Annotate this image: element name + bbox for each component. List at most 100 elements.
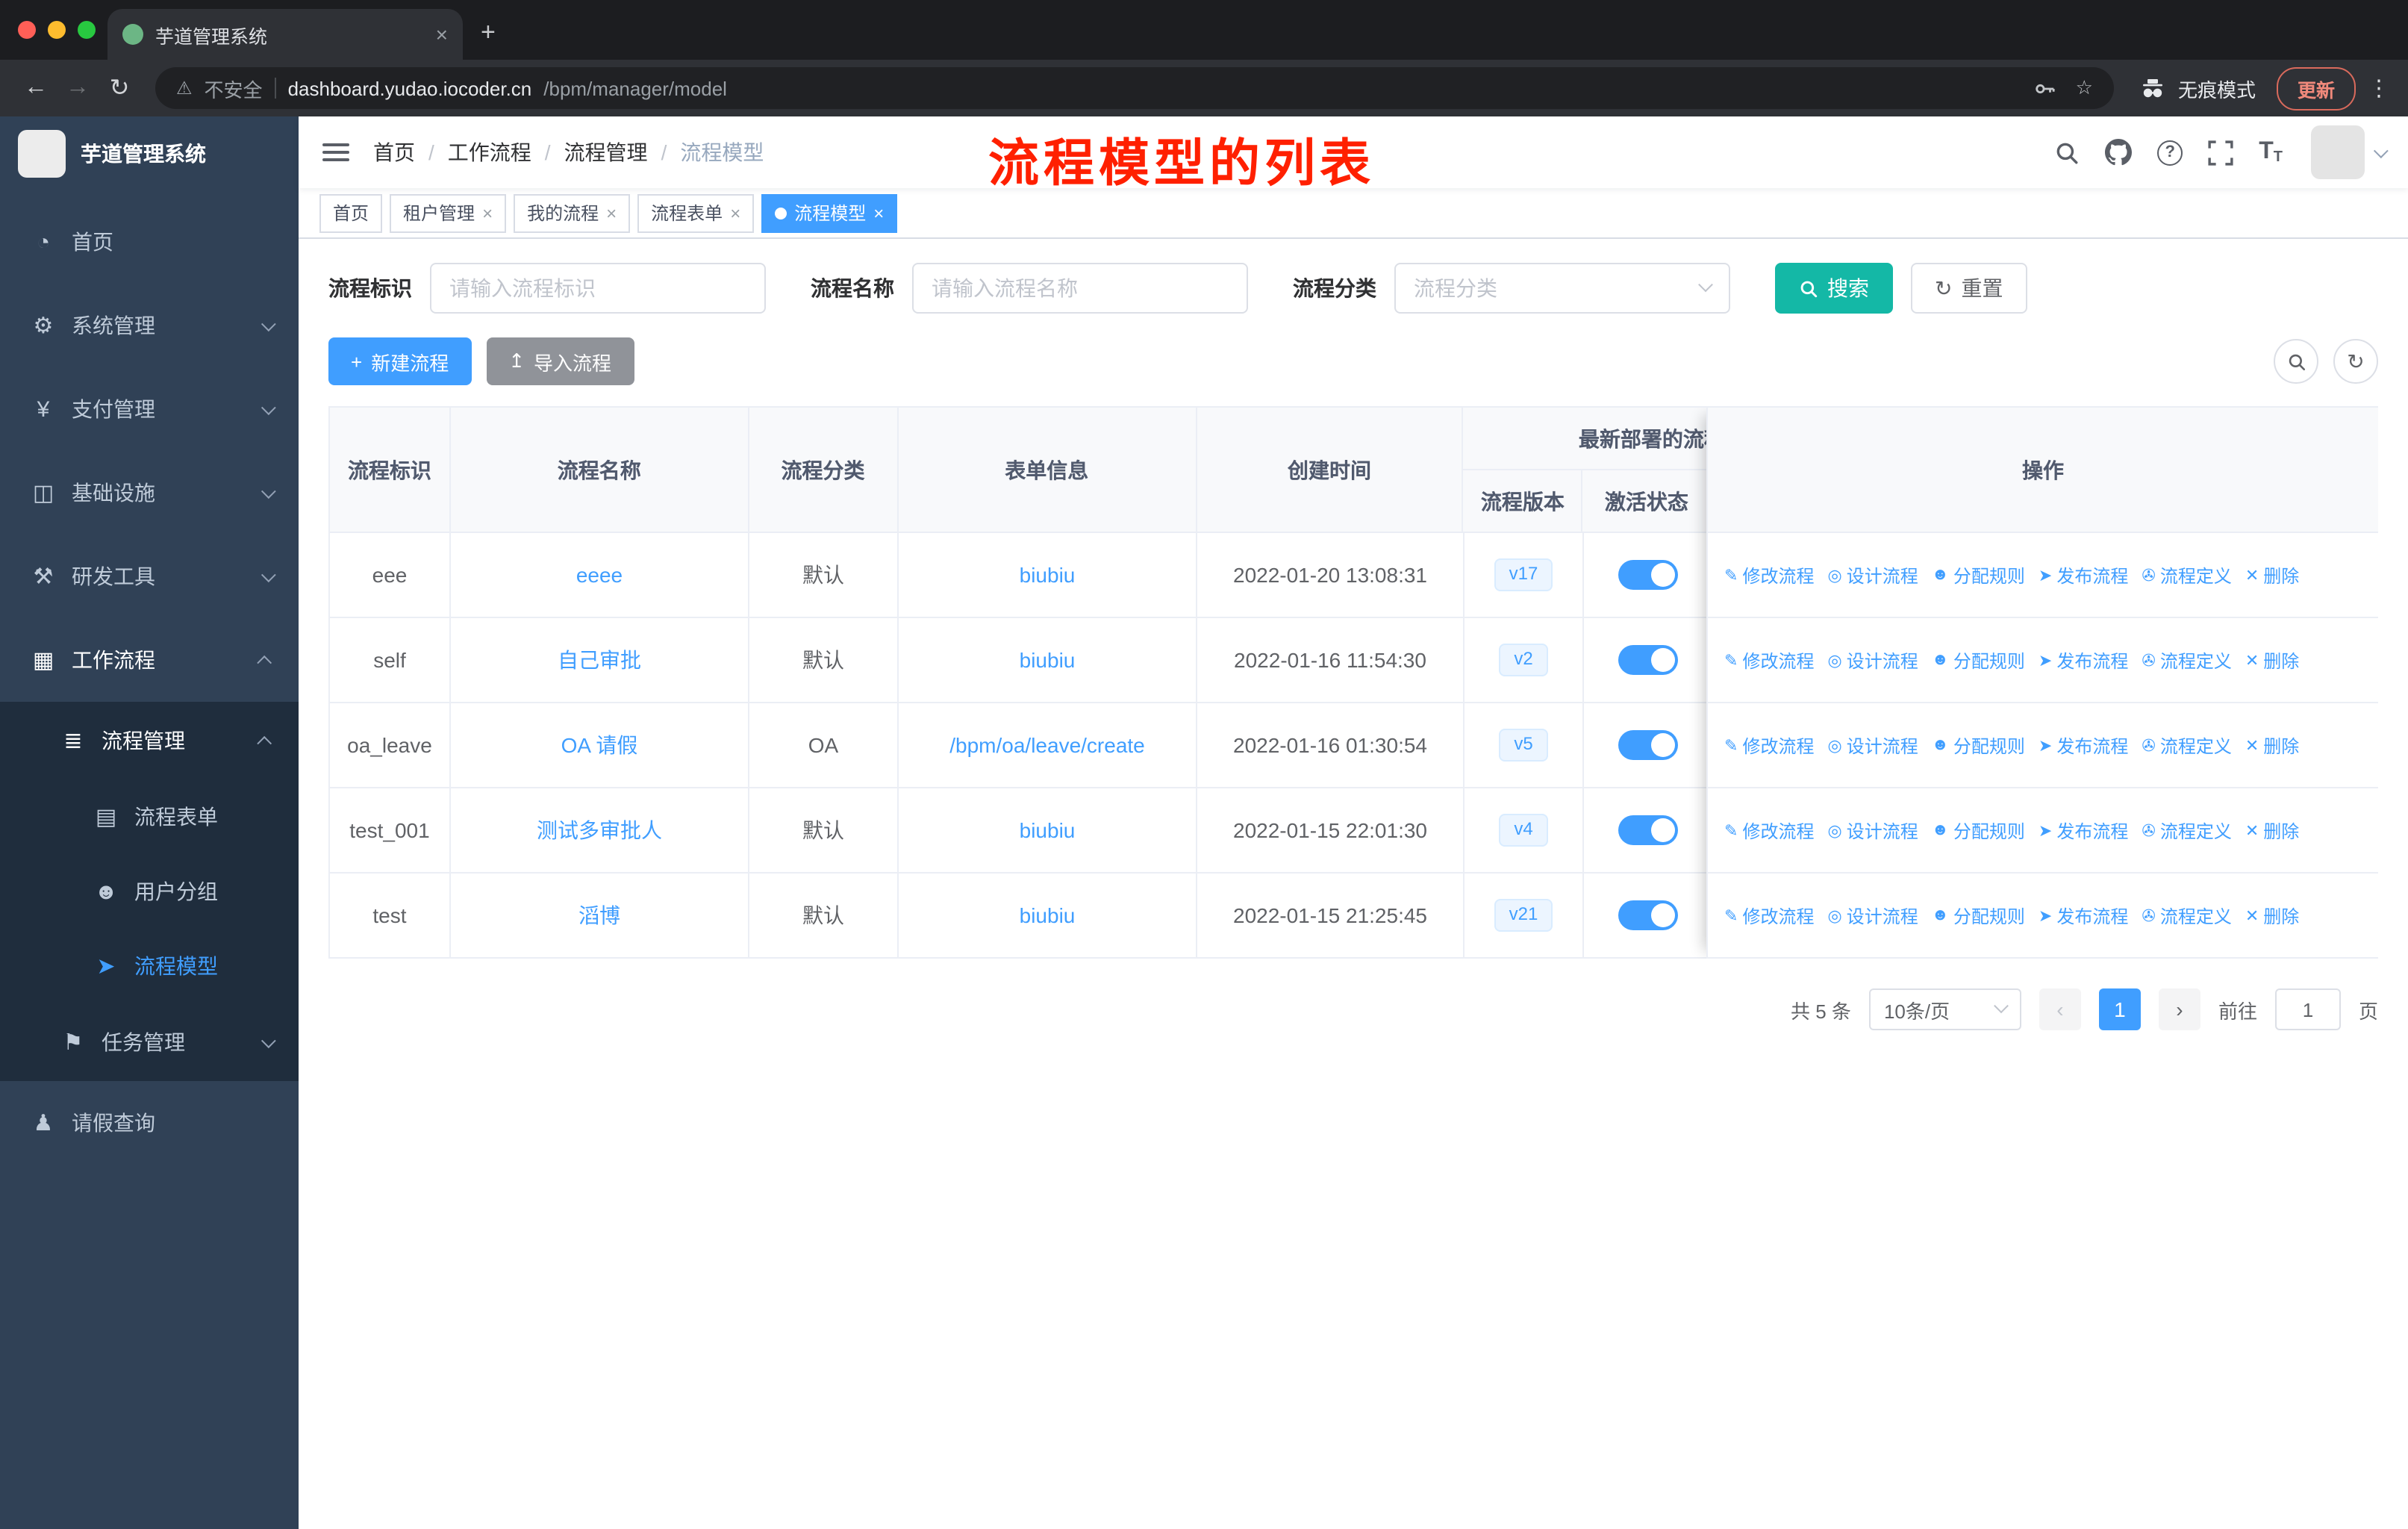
close-icon[interactable]: × <box>873 202 884 223</box>
sidebar-item-process-management[interactable]: ≣ 流程管理 <box>0 702 299 779</box>
goto-page-input[interactable] <box>2274 988 2341 1030</box>
page-1-button[interactable]: 1 <box>2098 988 2141 1030</box>
action-design-link[interactable]: ◎ 设计流程 <box>1827 903 1918 928</box>
sidebar-item-infrastructure[interactable]: ◫ 基础设施 <box>0 451 299 535</box>
tag-process-model[interactable]: 流程模型 × <box>761 193 898 232</box>
update-button[interactable]: 更新 <box>2276 66 2356 110</box>
action-delete-link[interactable]: ✕ 删除 <box>2245 903 2299 928</box>
action-delete-link[interactable]: ✕ 删除 <box>2245 647 2299 673</box>
reset-button[interactable]: ↻ 重置 <box>1911 263 2027 314</box>
action-assign-rule-link[interactable]: ☻ 分配规则 <box>1932 647 2025 673</box>
close-icon[interactable]: × <box>730 202 740 223</box>
browser-menu-icon[interactable]: ⋮ <box>2368 75 2390 102</box>
action-publish-link[interactable]: ➤ 发布流程 <box>2039 647 2128 673</box>
action-edit-link[interactable]: ✎ 修改流程 <box>1724 647 1814 673</box>
action-edit-link[interactable]: ✎ 修改流程 <box>1724 903 1814 928</box>
minimize-window-button[interactable] <box>48 21 66 39</box>
action-design-link[interactable]: ◎ 设计流程 <box>1827 818 1918 843</box>
close-window-button[interactable] <box>18 21 36 39</box>
back-button[interactable]: ← <box>15 75 57 102</box>
forward-button[interactable]: → <box>57 75 99 102</box>
active-toggle[interactable] <box>1618 560 1677 590</box>
active-toggle[interactable] <box>1618 730 1677 760</box>
page-size-select[interactable]: 10条/页 <box>1868 988 2021 1030</box>
form-link[interactable]: biubiu <box>1020 563 1076 587</box>
bookmark-star-icon[interactable]: ☆ <box>2076 76 2093 100</box>
action-definition-link[interactable]: ✇ 流程定义 <box>2142 818 2231 843</box>
sidebar-item-task-management[interactable]: ⚑ 任务管理 <box>0 1003 299 1081</box>
action-publish-link[interactable]: ➤ 发布流程 <box>2039 903 2128 928</box>
action-design-link[interactable]: ◎ 设计流程 <box>1827 647 1918 673</box>
process-name-link[interactable]: eeee <box>576 563 623 587</box>
action-assign-rule-link[interactable]: ☻ 分配规则 <box>1932 562 2025 588</box>
action-edit-link[interactable]: ✎ 修改流程 <box>1724 562 1814 588</box>
key-icon[interactable] <box>2034 77 2056 99</box>
github-icon[interactable] <box>2105 139 2133 166</box>
form-link[interactable]: biubiu <box>1020 818 1076 842</box>
action-definition-link[interactable]: ✇ 流程定义 <box>2142 903 2231 928</box>
search-button[interactable]: 搜索 <box>1775 263 1893 314</box>
create-process-button[interactable]: + 新建流程 <box>328 337 472 385</box>
tab-close-icon[interactable]: × <box>436 22 448 46</box>
process-key-input[interactable] <box>430 263 766 314</box>
active-toggle[interactable] <box>1618 900 1677 930</box>
action-assign-rule-link[interactable]: ☻ 分配规则 <box>1932 732 2025 758</box>
sidebar-item-leave-query[interactable]: ♟ 请假查询 <box>0 1081 299 1165</box>
sidebar-item-process-form[interactable]: ▤ 流程表单 <box>0 779 299 854</box>
prev-page-button[interactable]: ‹ <box>2039 988 2081 1030</box>
active-toggle[interactable] <box>1618 815 1677 845</box>
import-process-button[interactable]: ↥ 导入流程 <box>486 337 634 385</box>
tag-my-process[interactable]: 我的流程 × <box>514 193 631 232</box>
form-link[interactable]: /bpm/oa/leave/create <box>949 733 1145 757</box>
sidebar-item-home[interactable]: ◔ 首页 <box>0 200 299 284</box>
refresh-button[interactable]: ↻ <box>2333 339 2378 384</box>
hamburger-icon[interactable] <box>322 143 349 161</box>
url-bar[interactable]: ⚠ 不安全 dashboard.yudao.iocoder.cn/bpm/man… <box>155 67 2114 109</box>
search-icon[interactable] <box>2054 140 2080 165</box>
new-tab-button[interactable]: + <box>481 18 496 48</box>
help-icon[interactable]: ? <box>2157 140 2183 165</box>
process-category-select[interactable]: 流程分类 <box>1394 263 1730 314</box>
sidebar-item-devtools[interactable]: ⚒ 研发工具 <box>0 535 299 618</box>
sidebar-item-process-model[interactable]: ➤ 流程模型 <box>0 929 299 1003</box>
close-icon[interactable]: × <box>606 202 617 223</box>
process-name-input[interactable] <box>912 263 1248 314</box>
sidebar-item-workflow[interactable]: ▦ 工作流程 <box>0 618 299 702</box>
user-menu[interactable] <box>2311 125 2389 179</box>
fullscreen-icon[interactable] <box>2208 140 2233 165</box>
breadcrumb-item-process-management[interactable]: 流程管理 <box>564 137 648 167</box>
next-page-button[interactable]: › <box>2158 988 2200 1030</box>
action-assign-rule-link[interactable]: ☻ 分配规则 <box>1932 903 2025 928</box>
sidebar-item-user-group[interactable]: ☻ 用户分组 <box>0 854 299 929</box>
action-definition-link[interactable]: ✇ 流程定义 <box>2142 562 2231 588</box>
action-publish-link[interactable]: ➤ 发布流程 <box>2039 562 2128 588</box>
process-name-link[interactable]: 自己审批 <box>558 645 641 675</box>
active-toggle[interactable] <box>1618 645 1677 675</box>
action-delete-link[interactable]: ✕ 删除 <box>2245 732 2299 758</box>
avatar[interactable] <box>2311 125 2365 179</box>
process-name-link[interactable]: OA 请假 <box>561 730 638 760</box>
process-name-link[interactable]: 滔博 <box>578 900 620 930</box>
action-definition-link[interactable]: ✇ 流程定义 <box>2142 647 2231 673</box>
breadcrumb-item-home[interactable]: 首页 <box>373 137 415 167</box>
action-publish-link[interactable]: ➤ 发布流程 <box>2039 732 2128 758</box>
font-size-icon[interactable]: TT <box>2259 139 2283 166</box>
action-assign-rule-link[interactable]: ☻ 分配规则 <box>1932 818 2025 843</box>
action-delete-link[interactable]: ✕ 删除 <box>2245 818 2299 843</box>
breadcrumb-item-workflow[interactable]: 工作流程 <box>448 137 531 167</box>
sidebar-item-payment[interactable]: ¥ 支付管理 <box>0 367 299 451</box>
process-name-link[interactable]: 测试多审批人 <box>537 815 662 845</box>
action-edit-link[interactable]: ✎ 修改流程 <box>1724 732 1814 758</box>
reload-button[interactable]: ↻ <box>99 73 140 103</box>
form-link[interactable]: biubiu <box>1020 903 1076 927</box>
action-edit-link[interactable]: ✎ 修改流程 <box>1724 818 1814 843</box>
show-search-button[interactable] <box>2274 339 2318 384</box>
sidebar-item-system[interactable]: ⚙ 系统管理 <box>0 284 299 367</box>
tag-process-form[interactable]: 流程表单 × <box>637 193 755 232</box>
action-definition-link[interactable]: ✇ 流程定义 <box>2142 732 2231 758</box>
close-icon[interactable]: × <box>482 202 493 223</box>
action-delete-link[interactable]: ✕ 删除 <box>2245 562 2299 588</box>
tag-home[interactable]: 首页 <box>319 193 383 232</box>
action-publish-link[interactable]: ➤ 发布流程 <box>2039 818 2128 843</box>
maximize-window-button[interactable] <box>78 21 96 39</box>
